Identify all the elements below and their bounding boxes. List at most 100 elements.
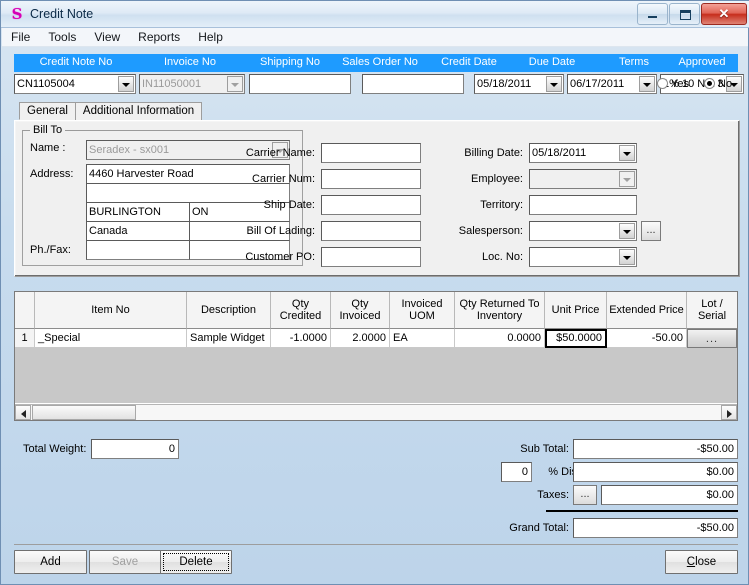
loc-no-label: Loc. No: xyxy=(482,251,523,263)
close-window-button[interactable]: ✕ xyxy=(701,3,747,25)
grid-cell-qty-invoiced[interactable]: 2.0000 xyxy=(331,329,390,348)
close-button[interactable]: Close xyxy=(665,550,738,574)
delete-button[interactable]: Delete xyxy=(160,550,232,574)
chevron-down-icon[interactable] xyxy=(619,223,635,239)
title-bar: S Credit Note ✕ xyxy=(1,1,749,28)
salesperson-browse-button[interactable]: ... xyxy=(641,221,661,241)
menu-item-help[interactable]: Help xyxy=(189,28,232,46)
carrier-name-label: Carrier Name: xyxy=(245,147,315,159)
credit-date-combo[interactable]: 05/18/2011 xyxy=(474,74,564,94)
chevron-down-icon[interactable] xyxy=(227,76,243,92)
chevron-down-icon[interactable] xyxy=(639,76,655,92)
taxes-browse-button[interactable]: ... xyxy=(573,485,597,505)
loc-no-combo[interactable] xyxy=(529,247,637,267)
carrier-num-input[interactable] xyxy=(321,169,421,189)
approved-yes-radio[interactable]: Yes xyxy=(657,78,689,90)
approved-yes-label: Yes xyxy=(671,78,689,90)
tab-additional-information[interactable]: Additional Information xyxy=(74,102,203,120)
grid-col-unit-price[interactable]: Unit Price xyxy=(545,292,607,329)
grid-col-lot-serial[interactable]: Lot / Serial xyxy=(687,292,737,329)
header-label-approved: Approved xyxy=(678,56,726,68)
bill-to-country-input[interactable]: Canada xyxy=(86,221,190,241)
grid-cell-item-no[interactable]: _Special xyxy=(35,329,187,348)
minimize-button[interactable] xyxy=(637,3,668,25)
grid-col-item-no[interactable]: Item No xyxy=(35,292,187,329)
close-icon: ✕ xyxy=(718,6,730,21)
ship-date-input[interactable] xyxy=(321,195,421,215)
grid-col-description[interactable]: Description xyxy=(187,292,271,329)
line-items-grid[interactable]: Item No Description Qty Credited Qty Invoi… xyxy=(14,291,738,421)
grid-col-qty-returned-to-inventory[interactable]: Qty Returned To Inventory xyxy=(455,292,545,329)
grid-col-invoiced-uom[interactable]: Invoiced UOM xyxy=(390,292,455,329)
grid-cell-qty-credited[interactable]: -1.0000 xyxy=(271,329,331,348)
approved-no-radio[interactable]: No xyxy=(704,78,732,90)
table-row[interactable]: 1 _Special Sample Widget -1.0000 2.0000 … xyxy=(15,329,737,348)
grid-header-row: Item No Description Qty Credited Qty Invoi… xyxy=(15,292,737,329)
grid-cell-rownum: 1 xyxy=(15,329,35,348)
grid-cell-extended-price[interactable]: -50.00 xyxy=(607,329,687,348)
territory-label: Territory: xyxy=(480,199,523,211)
grid-horizontal-scrollbar[interactable] xyxy=(15,404,737,420)
menu-item-file[interactable]: File xyxy=(2,28,39,46)
credit-date-value: 05/18/2011 xyxy=(477,78,532,90)
header-label-credit-note-no: Credit Note No xyxy=(39,56,113,68)
bill-to-city-input[interactable]: BURLINGTON xyxy=(86,202,190,222)
menu-item-view[interactable]: View xyxy=(85,28,129,46)
sales-order-no-input[interactable] xyxy=(362,74,464,94)
grid-col-qty-credited[interactable]: Qty Credited xyxy=(271,292,331,329)
bill-to-phone-input[interactable] xyxy=(86,240,190,260)
add-button[interactable]: Add xyxy=(14,550,87,574)
scroll-left-arrow-icon[interactable] xyxy=(15,405,31,420)
salesperson-combo[interactable] xyxy=(529,221,637,241)
invoice-no-value: IN11050001 xyxy=(142,78,202,90)
bill-of-lading-input[interactable] xyxy=(321,221,421,241)
customer-po-input[interactable] xyxy=(321,247,421,267)
bill-to-name-value: Seradex - sx001 xyxy=(89,144,170,156)
menu-item-tools[interactable]: Tools xyxy=(39,28,85,46)
discount-value: $0.00 xyxy=(573,462,738,482)
scrollbar-thumb[interactable] xyxy=(32,405,136,420)
taxes-label: Taxes: xyxy=(537,489,569,501)
grid-col-invoiced-uom-line1: Invoiced xyxy=(401,298,443,310)
carrier-name-input[interactable] xyxy=(321,143,421,163)
bill-to-group-title: Bill To xyxy=(30,124,66,136)
grid-cell-description[interactable]: Sample Widget xyxy=(187,329,271,348)
grid-cell-invoiced-uom[interactable]: EA xyxy=(390,329,455,348)
shipping-no-input[interactable] xyxy=(249,74,351,94)
employee-combo[interactable] xyxy=(529,169,637,189)
maximize-button[interactable] xyxy=(669,3,700,25)
billing-date-combo[interactable]: 05/18/2011 xyxy=(529,143,637,163)
bill-to-address-label: Address: xyxy=(30,168,74,180)
territory-input[interactable] xyxy=(529,195,637,215)
tab-general[interactable]: General xyxy=(19,102,76,120)
chevron-down-icon[interactable] xyxy=(619,145,635,161)
chevron-down-icon[interactable] xyxy=(619,249,635,265)
radio-unselected-icon xyxy=(657,78,668,89)
header-label-invoice-no: Invoice No xyxy=(164,56,216,68)
chevron-down-icon[interactable] xyxy=(118,76,134,92)
footer-divider xyxy=(14,544,738,545)
invoice-no-combo[interactable]: IN11050001 xyxy=(139,74,245,94)
credit-note-no-combo[interactable]: CN1105004 xyxy=(14,74,136,94)
bill-of-lading-label: Bill Of Lading: xyxy=(246,225,315,237)
salesperson-label: Salesperson: xyxy=(458,225,523,237)
maximize-icon xyxy=(680,10,691,20)
grid-col-rownum xyxy=(15,292,35,329)
chevron-down-icon[interactable] xyxy=(546,76,562,92)
close-button-label: lose xyxy=(695,556,717,568)
billing-date-value: 05/18/2011 xyxy=(532,147,587,159)
chevron-down-icon[interactable] xyxy=(619,171,635,187)
scroll-right-arrow-icon[interactable] xyxy=(721,405,737,420)
approved-no-label: No xyxy=(718,78,733,90)
grid-col-qty-invoiced[interactable]: Qty Invoiced xyxy=(331,292,390,329)
grid-cell-qty-returned-to-inventory[interactable]: 0.0000 xyxy=(455,329,545,348)
grid-cell-unit-price[interactable]: $50.0000 xyxy=(545,329,607,348)
header-column-band: Credit Note No Invoice No Shipping No Sa… xyxy=(14,54,738,72)
grid-empty-area xyxy=(15,348,737,403)
total-weight-input[interactable]: 0 xyxy=(91,439,179,459)
grid-col-qty-invoiced-line2: Invoiced xyxy=(339,310,381,322)
grid-cell-lot-serial-button[interactable]: ... xyxy=(687,329,737,348)
due-date-combo[interactable]: 06/17/2011 xyxy=(567,74,657,94)
menu-item-reports[interactable]: Reports xyxy=(129,28,189,46)
grid-col-extended-price[interactable]: Extended Price xyxy=(607,292,687,329)
